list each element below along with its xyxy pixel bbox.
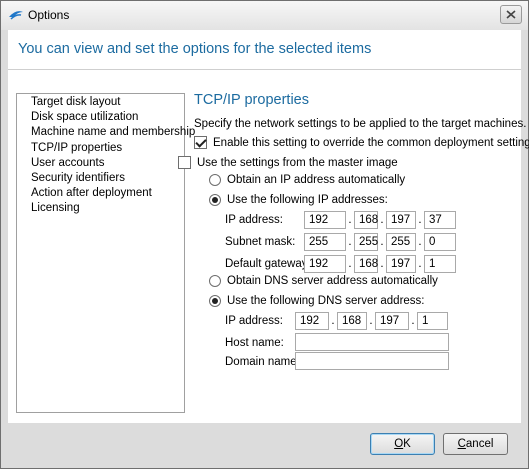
nav-item-tcpip-properties[interactable]: TCP/IP properties [17,141,184,156]
subnet-dot: . [418,236,422,248]
use-dns-row[interactable]: Use the following DNS server address: [209,295,425,307]
master-image-label: Use the settings from the master image [197,156,398,169]
dns-dot: . [331,315,335,327]
gateway-dot: . [380,258,384,270]
subnet-octet-1[interactable]: 255 [304,233,346,251]
gateway-octet-3[interactable]: 197 [386,255,416,273]
host-name-input[interactable] [295,333,449,351]
cancel-button[interactable]: Cancel [443,433,508,455]
use-ip-row[interactable]: Use the following IP addresses: [209,194,388,206]
domain-name-input[interactable] [295,352,449,370]
use-dns-label: Use the following DNS server address: [227,295,425,307]
nav-item-disk-space-utilization[interactable]: Disk space utilization [17,110,184,125]
subnet-mask-label: Subnet mask: [225,236,296,248]
obtain-ip-auto-label: Obtain an IP address automatically [227,174,406,186]
master-image-checkbox[interactable] [178,156,191,169]
dns-octet-1[interactable]: 192 [295,312,329,330]
dns-dot: . [369,315,373,327]
close-button[interactable] [500,5,522,24]
domain-name-label: Domain name: [225,356,300,368]
dialog-header: You can view and set the options for the… [18,41,372,57]
ok-button[interactable]: OK [370,433,435,455]
cancel-button-label: Cancel [457,438,494,450]
gateway-dot: . [348,258,352,270]
default-gateway-label: Default gateway: [225,258,311,270]
dns-octet-3[interactable]: 197 [375,312,409,330]
dns-ip-address-label: IP address: [225,315,283,327]
subnet-octet-3[interactable]: 255 [386,233,416,251]
close-icon [506,10,516,19]
subnet-octet-4[interactable]: 0 [424,233,456,251]
use-dns-radio[interactable] [209,295,221,307]
ok-button-label: OK [394,438,411,450]
override-checkbox[interactable] [194,136,207,149]
dns-dot: . [411,315,415,327]
section-description: Specify the network settings to be appli… [194,118,527,130]
app-icon [9,11,23,20]
ip-octet-3[interactable]: 197 [386,211,416,229]
subnet-dot: . [380,236,384,248]
ip-octet-1[interactable]: 192 [304,211,346,229]
options-nav-list: Target disk layout Disk space utilizatio… [16,93,195,413]
nav-item-security-identifiers[interactable]: Security identifiers [17,171,184,186]
options-dialog: Options You can view and set the options… [0,0,529,469]
obtain-dns-auto-row[interactable]: Obtain DNS server address automatically [209,275,438,287]
master-image-row[interactable]: Use the settings from the master image [178,156,398,169]
ip-dot: . [418,214,422,226]
override-label: Enable this setting to override the comm… [213,136,529,149]
gateway-octet-2[interactable]: 168 [354,255,378,273]
section-title: TCP/IP properties [194,92,309,108]
ip-octet-4[interactable]: 37 [424,211,456,229]
obtain-ip-auto-radio[interactable] [209,174,221,186]
obtain-dns-auto-radio[interactable] [209,275,221,287]
host-name-label: Host name: [225,337,284,349]
gateway-octet-4[interactable]: 1 [424,255,456,273]
dialog-content: You can view and set the options for the… [8,30,529,423]
subnet-dot: . [348,236,352,248]
obtain-ip-auto-row[interactable]: Obtain an IP address automatically [209,174,405,186]
dns-octet-4[interactable]: 1 [417,312,448,330]
nav-item-licensing[interactable]: Licensing [17,201,184,216]
gateway-octet-1[interactable]: 192 [304,255,346,273]
window-title: Options [28,8,70,22]
subnet-octet-2[interactable]: 255 [354,233,378,251]
nav-item-target-disk-layout[interactable]: Target disk layout [17,95,184,110]
obtain-dns-auto-label: Obtain DNS server address automatically [227,275,438,287]
nav-item-action-after-deployment[interactable]: Action after deployment [17,186,184,201]
ip-dot: . [380,214,384,226]
use-ip-label: Use the following IP addresses: [227,194,388,206]
nav-item-user-accounts[interactable]: User accounts [17,156,184,171]
header-divider [8,69,521,70]
override-setting-row[interactable]: Enable this setting to override the comm… [194,136,529,149]
ip-octet-2[interactable]: 168 [354,211,378,229]
use-ip-radio[interactable] [209,194,221,206]
dns-octet-2[interactable]: 168 [337,312,367,330]
ip-address-label: IP address: [225,214,283,226]
ip-dot: . [348,214,352,226]
gateway-dot: . [418,258,422,270]
nav-item-machine-name-membership[interactable]: Machine name and membership [17,125,195,140]
title-bar: Options [1,1,528,30]
